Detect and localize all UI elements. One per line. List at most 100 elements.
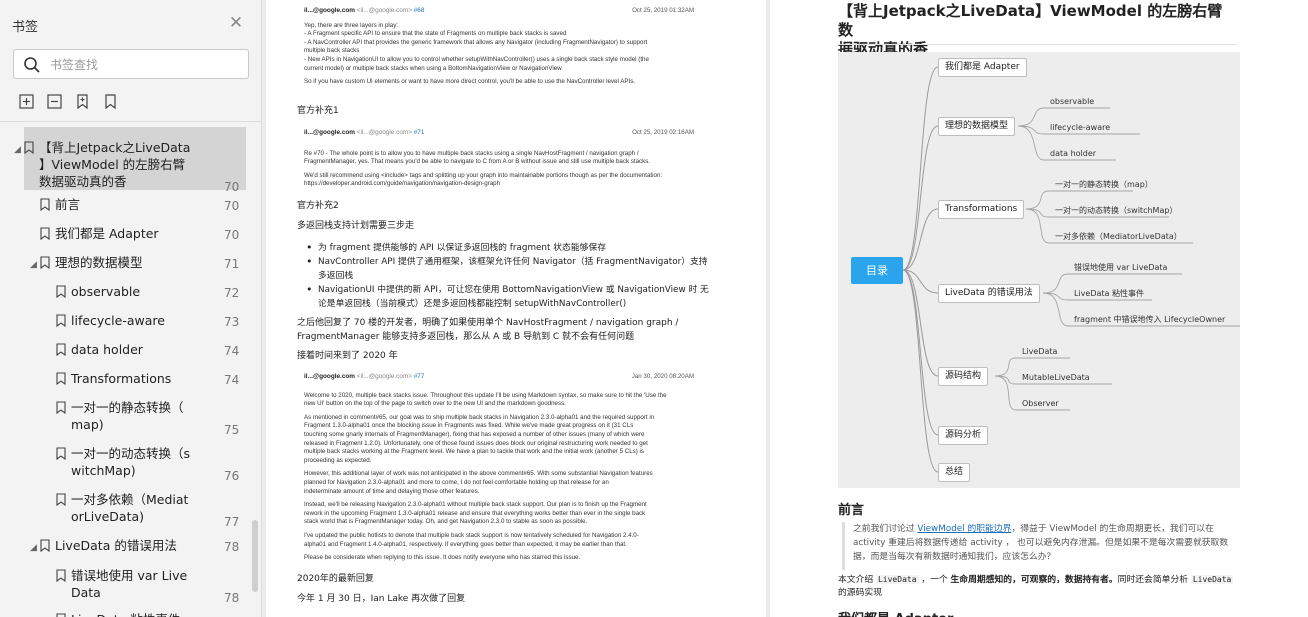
issue-comment-77: il...@google.com <il...@google.com> #77 … [304, 373, 700, 563]
bookmark-label: 我们都是 Adapter [55, 225, 159, 242]
bookmark-label: observable [71, 283, 140, 300]
comment-author: il...@google.com [304, 373, 355, 380]
bookmark-label-line: 错误地使用 var Live [71, 568, 188, 583]
bookmark-label-line: 前言 [55, 197, 81, 212]
bookmark-page-number: 70 [224, 180, 240, 194]
mindmap-leaf: Observer [1022, 399, 1059, 408]
mindmap-leaf: MutableLiveData [1022, 373, 1090, 382]
para-text: 同时还会简单分析 [1117, 575, 1191, 585]
comment-email: <il...@google.com> [356, 129, 412, 136]
bookmark-page-number: 70 [224, 228, 240, 242]
bookmark-page-number: 78 [224, 540, 240, 554]
bookmark-label: 一对多依赖（Mediat orLiveData) [71, 491, 188, 525]
bookmark-icon [40, 227, 50, 241]
comment-line: stack world that is FragmentManager toda… [304, 518, 588, 526]
bookmark-item[interactable]: 一对一的动态转换（s witchMap) 76 [0, 445, 250, 483]
bookmark-icon [40, 256, 50, 270]
bookmark-item[interactable]: lifecycle-aware 73 [0, 312, 250, 329]
inline-code: LiveData [1190, 575, 1234, 584]
comment-line: released in Fragment 1.2.0). Unfortunate… [304, 439, 648, 447]
bookmark-tree: ◢ 【背上Jetpack之LiveData 】ViewModel 的左膀右臂 数据驱动… [0, 127, 262, 617]
expand-arrow-icon[interactable]: ◢ [30, 257, 40, 270]
mindmap-leaf: fragment 中错误地传入 LifecycleOwner [1074, 315, 1226, 324]
article-title: 【背上Jetpack之LiveData】ViewModel 的左膀右臂 数 据驱… [838, 2, 1238, 59]
paragraph: FragmentManager 能够支持多返回栈，那么从 A 或 B 导航到 C… [297, 332, 635, 342]
bookmark-item[interactable]: 我们都是 Adapter 70 [0, 225, 250, 242]
bookmark-label-line: 】ViewModel 的左膀右臂 [39, 157, 186, 172]
bookmark-item[interactable]: data holder 74 [0, 341, 250, 358]
comment-line: touching some gnarly internals of Fragme… [304, 430, 645, 438]
comment-email: <il...@google.com> [356, 373, 412, 380]
bullet-line: 为 fragment 提供能够的 API 以保证多返回栈的 fragment 状… [318, 243, 607, 253]
expand-arrow-icon[interactable]: ◢ [30, 540, 40, 553]
bookmark-icon [40, 539, 50, 553]
quote-text: ，得益于 ViewModel 的生命周期更长，我们可以在 [1011, 524, 1214, 534]
comment-line: As mentioned in comment#65, our goal was… [304, 413, 655, 421]
para-text: ，一个 [918, 575, 951, 585]
expand-all-icon[interactable] [18, 93, 35, 110]
bookmark-icon [56, 613, 66, 617]
bookmark-search-input[interactable] [50, 55, 240, 75]
bookmark-item[interactable]: ◢ 【背上Jetpack之LiveData 】ViewModel 的左膀右臂 数据驱动… [0, 139, 250, 194]
bookmark-label: LiveData 的错误用法 [55, 537, 177, 554]
mindmap-leaf: lifecycle-aware [1050, 123, 1111, 132]
bookmark-item[interactable]: Transformations 74 [0, 370, 250, 387]
viewmodel-link[interactable]: ViewModel 的职能边界 [917, 524, 1011, 534]
bullet-line: NavigationUI 中提供的新 API，可让您在使用 BottomNavi… [318, 285, 709, 295]
comment-line: multiple back stacks [304, 47, 360, 55]
comment-date: Oct 25, 2019 01:32AM [632, 7, 694, 14]
quote-text: 之前我们讨论过 [853, 524, 918, 534]
bookmark-label-line: 一对一的静态转换（ [71, 400, 184, 415]
bookmark-label: lifecycle-aware [71, 312, 165, 329]
bookmark-item[interactable]: 前言 70 [0, 196, 250, 213]
comment-line: FragmentManager, yes. That means you'd b… [304, 158, 651, 166]
bookmark-label: 一对一的静态转换（ map) [71, 399, 184, 433]
comment-ref-link[interactable]: #68 [414, 7, 425, 14]
bookmark-icon[interactable] [102, 93, 119, 110]
mindmap-leaf: 错误地使用 var LiveData [1074, 263, 1168, 272]
comment-ref-link[interactable]: #77 [414, 373, 425, 380]
blockquote: 之前我们讨论过 ViewModel 的职能边界，得益于 ViewModel 的生… [842, 522, 1238, 570]
bookmark-item[interactable]: ◢ LiveData 的错误用法 78 [0, 537, 250, 554]
comment-line: I've updated the public hotlists to deno… [304, 531, 639, 539]
comment-line: current model) or multiple back stacks w… [304, 64, 562, 72]
paragraph: 接着时间来到了 2020 年 [297, 351, 398, 361]
bookmark-item[interactable]: 错误地使用 var Live Data 78 [0, 567, 250, 605]
collapse-all-icon[interactable] [46, 93, 63, 110]
intro-paragraph: 本文介绍 LiveData ，一个 生命周期感知的，可观察的，数据持有者。同时还… [838, 573, 1238, 600]
bookmark-item[interactable]: 一对一的静态转换（ map) 75 [0, 399, 250, 437]
comment-body: Welcome to 2020, multiple back stacks is… [304, 392, 700, 563]
comment-ref-link[interactable]: #71 [414, 129, 425, 136]
comment-line: - A NavController API that provides the … [304, 38, 648, 46]
mindmap-leaf: 一对一的静态转换（map） [1055, 180, 1153, 189]
bullet-line: 多返回栈 [318, 271, 354, 281]
divider [0, 121, 262, 122]
comment-line: multiple back stacks working at the Frag… [304, 448, 645, 456]
bookmark-item[interactable]: ◢ 理想的数据模型 71 [0, 254, 250, 271]
bookmark-page-number: 72 [224, 286, 240, 300]
comment-line: rework in the upcoming Fragment 1.3.0-al… [304, 509, 646, 517]
bookmark-item[interactable]: observable 72 [0, 283, 250, 300]
sidebar-scrollbar[interactable] [252, 520, 258, 592]
add-bookmark-icon[interactable] [74, 93, 91, 110]
bookmark-label-line: 理想的数据模型 [55, 255, 143, 270]
close-icon[interactable]: ✕ [228, 15, 244, 32]
mindmap-connector [902, 269, 939, 436]
bookmark-label: LiveData 粘性事件 [71, 611, 180, 617]
bookmark-page-number: 71 [224, 257, 240, 271]
bookmark-item[interactable]: LiveData 粘性事件 [0, 611, 250, 617]
comment-line: - A Fragment specific API to ensure that… [304, 30, 567, 38]
bookmark-label: 【背上Jetpack之LiveData 】ViewModel 的左膀右臂 数据驱动真… [39, 139, 190, 190]
bookmark-label-line: 一对一的动态转换（s [71, 446, 191, 461]
para-bold: 生命周期感知的，可观察的，数据持有者。 [950, 575, 1118, 585]
comment-body: Yep, there are three layers in play: - A … [304, 22, 700, 87]
comment-author: il...@google.com [304, 129, 355, 136]
bookmark-search-box[interactable] [13, 49, 249, 79]
bookmark-page-number: 70 [224, 199, 240, 213]
expand-arrow-icon[interactable]: ◢ [14, 142, 24, 155]
bookmark-icon [56, 372, 66, 386]
document-page-left: il...@google.com <il...@google.com> #68 … [266, 0, 766, 617]
bookmark-item[interactable]: 一对多依赖（Mediat orLiveData) 77 [0, 491, 250, 529]
comment-line: Instead, we'll be releasing Navigation 2… [304, 501, 647, 509]
mindmap-connector [902, 269, 939, 377]
